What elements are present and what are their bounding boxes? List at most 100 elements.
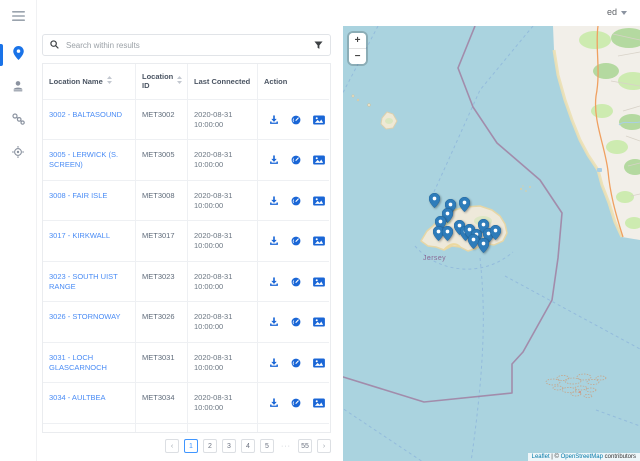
action-cell <box>258 424 329 433</box>
search-input[interactable] <box>64 40 309 51</box>
image-icon[interactable] <box>313 398 325 408</box>
search-icon <box>50 36 59 54</box>
sidebar-item-connections[interactable] <box>0 108 36 134</box>
search-bar <box>42 34 331 56</box>
location-name-cell: 3031 - LOCH GLASCARNOCH <box>43 343 136 384</box>
last-connected-cell: 2020-08-3110:00:00 <box>188 262 258 303</box>
column-header-location-name[interactable]: Location Name <box>43 64 136 100</box>
map-marker-icon[interactable] <box>442 226 453 241</box>
map-marker-icon[interactable] <box>459 197 470 212</box>
zoom-out-button[interactable]: − <box>349 49 366 64</box>
image-icon[interactable] <box>313 196 325 206</box>
image-icon[interactable] <box>313 317 325 327</box>
map-marker-icon[interactable] <box>478 238 489 253</box>
column-label: Location Name <box>49 77 103 86</box>
dashboard-icon[interactable] <box>291 317 301 327</box>
image-icon[interactable] <box>313 236 325 246</box>
download-icon[interactable] <box>269 398 279 408</box>
location-id-cell: MET3017 <box>136 221 188 262</box>
location-link[interactable]: 3031 - LOCH GLASCARNOCH <box>49 353 107 372</box>
location-link[interactable]: 3002 - BALTASOUND <box>49 110 122 119</box>
dashboard-icon[interactable] <box>291 155 301 165</box>
last-connected-cell: 2020-08-3110:00:00 <box>188 221 258 262</box>
location-link[interactable]: 3034 - AULTBEA <box>49 393 106 402</box>
table-row: 3002 - BALTASOUNDMET30022020-08-3110:00:… <box>43 100 330 141</box>
location-link[interactable]: 3008 - FAIR ISLE <box>49 191 107 200</box>
location-name-cell: 3008 - FAIR ISLE <box>43 181 136 222</box>
download-icon[interactable] <box>269 277 279 287</box>
last-connected-cell: 2020-08-3110:00:00 <box>188 343 258 384</box>
nodes-icon <box>12 112 25 130</box>
active-indicator <box>0 44 3 66</box>
location-link[interactable]: 3017 - KIRKWALL <box>49 231 110 240</box>
image-icon[interactable] <box>313 155 325 165</box>
pagination-prev-button[interactable]: ‹ <box>165 439 179 453</box>
openstreetmap-link[interactable]: OpenStreetMap <box>561 454 603 460</box>
map-attribution: Leaflet | © OpenStreetMap contributors <box>528 453 640 461</box>
page-button-1[interactable]: 1 <box>184 439 198 453</box>
download-icon[interactable] <box>269 358 279 368</box>
user-menu[interactable]: ed <box>607 7 627 17</box>
image-icon[interactable] <box>313 358 325 368</box>
location-link[interactable]: 3023 - SOUTH UIST RANGE <box>49 272 118 291</box>
image-icon[interactable] <box>313 115 325 125</box>
image-icon[interactable] <box>313 277 325 287</box>
chevron-down-icon <box>621 7 627 17</box>
island-label: Jersey <box>423 255 446 262</box>
dashboard-icon[interactable] <box>291 115 301 125</box>
download-icon[interactable] <box>269 196 279 206</box>
table-header-row: Location NameLocation IDLast ConnectedAc… <box>43 64 330 100</box>
table-row: 3008 - FAIR ISLEMET30082020-08-3110:00:0… <box>43 181 330 222</box>
menu-toggle-button[interactable] <box>0 4 36 30</box>
dashboard-icon[interactable] <box>291 358 301 368</box>
zoom-in-button[interactable]: + <box>349 33 366 49</box>
location-name-cell: 3034 - AULTBEA <box>43 383 136 424</box>
page-button-4[interactable]: 4 <box>241 439 255 453</box>
location-id-cell: MET3023 <box>136 262 188 303</box>
results-panel: Location NameLocation IDLast ConnectedAc… <box>36 26 343 461</box>
pagination-next-button[interactable]: › <box>317 439 331 453</box>
column-label: Location ID <box>142 72 173 91</box>
last-connected-cell: 2020-08-3110:00:00 <box>188 424 258 433</box>
download-icon[interactable] <box>269 317 279 327</box>
location-name-cell: 3002 - BALTASOUND <box>43 100 136 141</box>
map-marker-icon[interactable] <box>490 225 501 240</box>
page-button-2[interactable]: 2 <box>203 439 217 453</box>
action-cell <box>258 100 329 141</box>
dashboard-icon[interactable] <box>291 196 301 206</box>
location-id-cell: MET3005 <box>136 140 188 181</box>
action-cell <box>258 343 329 384</box>
column-header-location-id[interactable]: Location ID <box>136 64 188 100</box>
page-button-5[interactable]: 5 <box>260 439 274 453</box>
user-icon <box>12 79 24 97</box>
page-button-3[interactable]: 3 <box>222 439 236 453</box>
action-cell <box>258 302 329 343</box>
map-canvas: Jersey <box>343 26 640 461</box>
sidebar-item-users[interactable] <box>0 75 36 101</box>
target-icon <box>12 145 24 163</box>
user-name: ed <box>607 7 617 17</box>
sidebar-item-tracking[interactable] <box>0 141 36 167</box>
table-row: 3026 - STORNOWAYMET30262020-08-3110:00:0… <box>43 302 330 343</box>
download-icon[interactable] <box>269 236 279 246</box>
location-link[interactable]: 3005 - LERWICK (S. SCREEN) <box>49 150 118 169</box>
location-id-cell: MET3034 <box>136 383 188 424</box>
sort-icon[interactable] <box>107 76 112 86</box>
dashboard-icon[interactable] <box>291 398 301 408</box>
filter-icon[interactable] <box>314 41 323 50</box>
map-container[interactable]: Jersey + − Leaflet | © OpenStreetMap con… <box>343 26 640 461</box>
leaflet-link[interactable]: Leaflet <box>532 454 550 460</box>
location-link[interactable]: 3026 - STORNOWAY <box>49 312 121 321</box>
action-cell <box>258 181 329 222</box>
map-marker-icon[interactable] <box>429 193 440 208</box>
download-icon[interactable] <box>269 155 279 165</box>
sidebar-item-locations[interactable] <box>0 42 36 68</box>
attribution-suffix: contributors <box>603 454 636 460</box>
page-button-55[interactable]: 55 <box>298 439 312 453</box>
dashboard-icon[interactable] <box>291 277 301 287</box>
dashboard-icon[interactable] <box>291 236 301 246</box>
pagination: ‹12345···55› <box>42 433 331 453</box>
download-icon[interactable] <box>269 115 279 125</box>
locations-table: Location NameLocation IDLast ConnectedAc… <box>42 63 331 433</box>
sort-icon[interactable] <box>177 76 182 86</box>
